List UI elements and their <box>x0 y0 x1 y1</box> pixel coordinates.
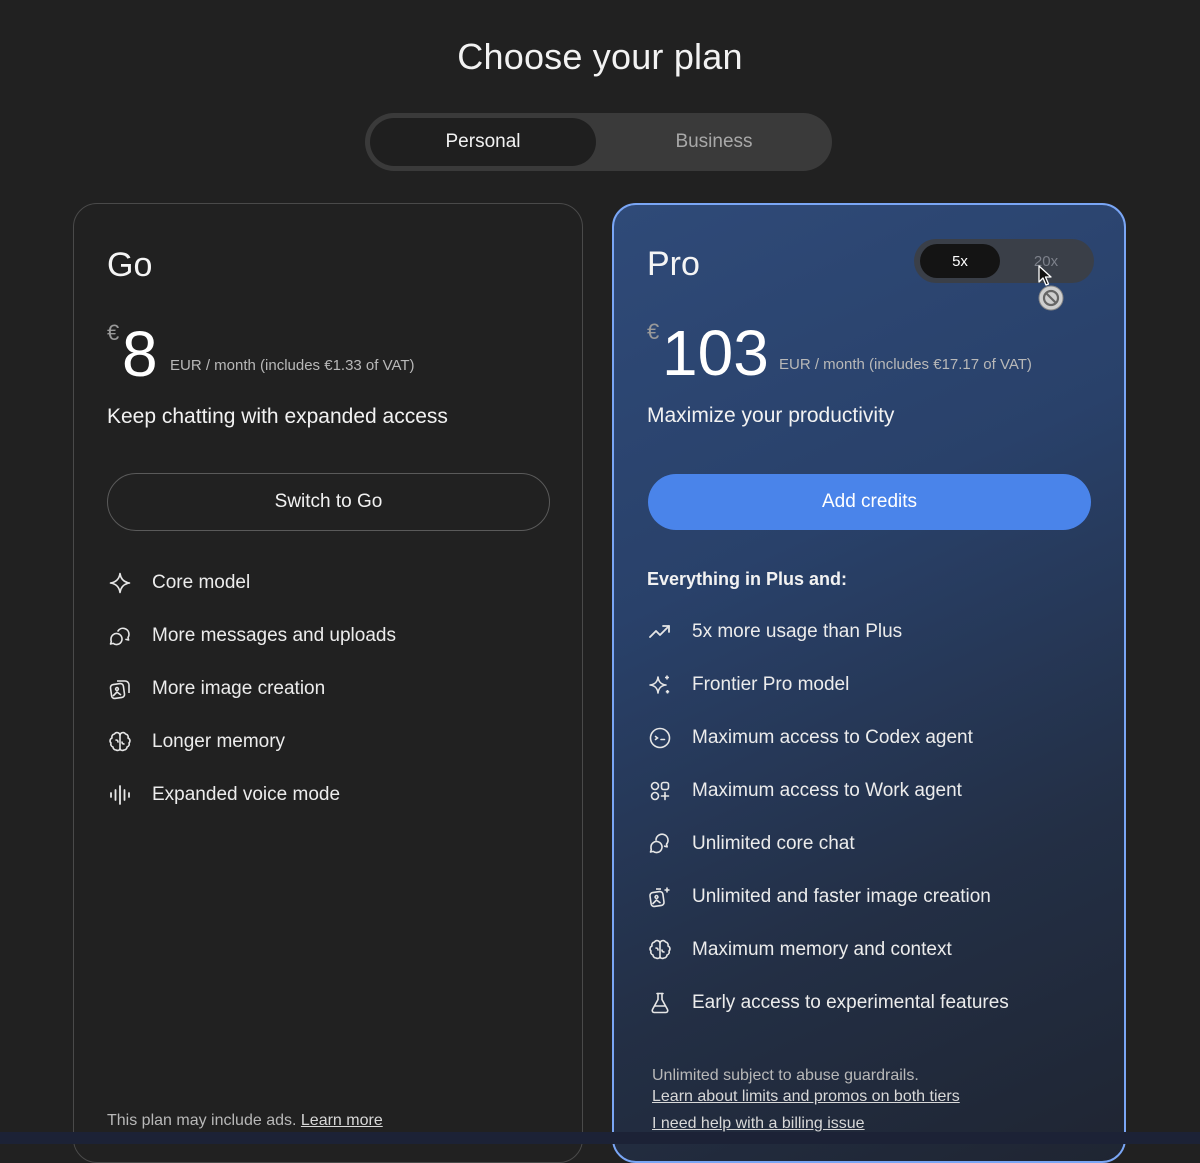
feature-label: Unlimited core chat <box>692 833 855 854</box>
billing-help-link[interactable]: I need help with a billing issue <box>652 1115 865 1133</box>
feature-label: Maximum memory and context <box>692 939 952 960</box>
feature-item: Longer memory <box>107 727 285 757</box>
feature-item: Early access to experimental features <box>647 988 1009 1018</box>
flask-icon <box>647 990 673 1016</box>
brain-icon <box>107 729 133 755</box>
currency-symbol: € <box>647 319 660 344</box>
price-amount: 8 <box>122 318 158 390</box>
add-credits-button[interactable]: Add credits <box>648 474 1091 530</box>
sparkle-icon <box>107 570 133 596</box>
plan-name: Pro <box>647 245 700 283</box>
feature-label: More messages and uploads <box>152 625 396 646</box>
sparkles-icon <box>647 672 673 698</box>
price-note: EUR / month (includes €17.17 of VAT) <box>779 356 1032 373</box>
feature-item: Expanded voice mode <box>107 780 340 810</box>
not-allowed-icon <box>1038 285 1064 316</box>
feature-item: Core model <box>107 568 250 598</box>
feature-label: Early access to experimental features <box>692 992 1009 1013</box>
feature-item: Maximum access to Codex agent <box>647 723 973 753</box>
feature-label: Maximum access to Codex agent <box>692 727 973 748</box>
chat-bubbles-icon <box>107 623 133 649</box>
usage-multiplier-toggle: 5x 20x <box>914 239 1094 283</box>
price-amount: 103 <box>662 317 769 389</box>
business-tab[interactable]: Business <box>601 118 827 166</box>
feature-item: More messages and uploads <box>107 621 396 651</box>
currency-symbol: € <box>107 320 120 345</box>
agent-grid-icon <box>647 778 673 804</box>
feature-label: More image creation <box>152 678 326 699</box>
feature-item: Frontier Pro model <box>647 670 849 700</box>
ads-note: This plan may include ads. Learn more <box>107 1112 383 1130</box>
pro-plan-card: Pro 5x 20x € 103 EUR / month (includes €… <box>612 203 1126 1163</box>
feature-label: Unlimited and faster image creation <box>692 886 991 907</box>
voice-wave-icon <box>107 782 133 808</box>
go-plan-card: Go € 8 EUR / month (includes €1.33 of VA… <box>73 203 583 1163</box>
page-title: Choose your plan <box>457 36 743 77</box>
features-heading: Everything in Plus and: <box>647 569 848 589</box>
brain-icon <box>647 937 673 963</box>
feature-label: Core model <box>152 572 251 593</box>
image-stack-icon <box>107 676 133 702</box>
feature-label: Frontier Pro model <box>692 674 850 695</box>
feature-item: Maximum access to Work agent <box>647 776 962 806</box>
feature-label: Expanded voice mode <box>152 784 341 805</box>
limits-promos-link[interactable]: Learn about limits and promos on both ti… <box>652 1088 960 1106</box>
ads-note-text: This plan may include ads. <box>107 1112 297 1129</box>
feature-label: Maximum access to Work agent <box>692 780 962 801</box>
feature-label: Longer memory <box>152 731 286 752</box>
plan-type-toggle: Personal Business <box>365 113 832 171</box>
codex-face-icon <box>647 725 673 751</box>
price-note: EUR / month (includes €1.33 of VAT) <box>170 357 415 374</box>
feature-item: More image creation <box>107 674 325 704</box>
guardrail-note: Unlimited subject to abuse guardrails. <box>652 1067 919 1084</box>
switch-to-go-button[interactable]: Switch to Go <box>107 473 550 531</box>
plan-tagline: Maximize your productivity <box>647 404 895 427</box>
feature-label: 5x more usage than Plus <box>692 621 903 642</box>
feature-item: 5x more usage than Plus <box>647 617 902 647</box>
plan-name: Go <box>107 246 153 284</box>
image-sparkle-icon <box>647 884 673 910</box>
chat-bubbles-icon <box>647 831 673 857</box>
feature-item: Maximum memory and context <box>647 935 952 965</box>
trending-up-icon <box>647 619 673 645</box>
learn-more-link[interactable]: Learn more <box>301 1112 383 1129</box>
bottom-edge-strip <box>0 1132 1200 1144</box>
feature-item: Unlimited core chat <box>647 829 855 859</box>
multiplier-5x-option[interactable]: 5x <box>920 244 1000 278</box>
feature-item: Unlimited and faster image creation <box>647 882 991 912</box>
personal-tab[interactable]: Personal <box>370 118 596 166</box>
plan-tagline: Keep chatting with expanded access <box>107 405 448 428</box>
